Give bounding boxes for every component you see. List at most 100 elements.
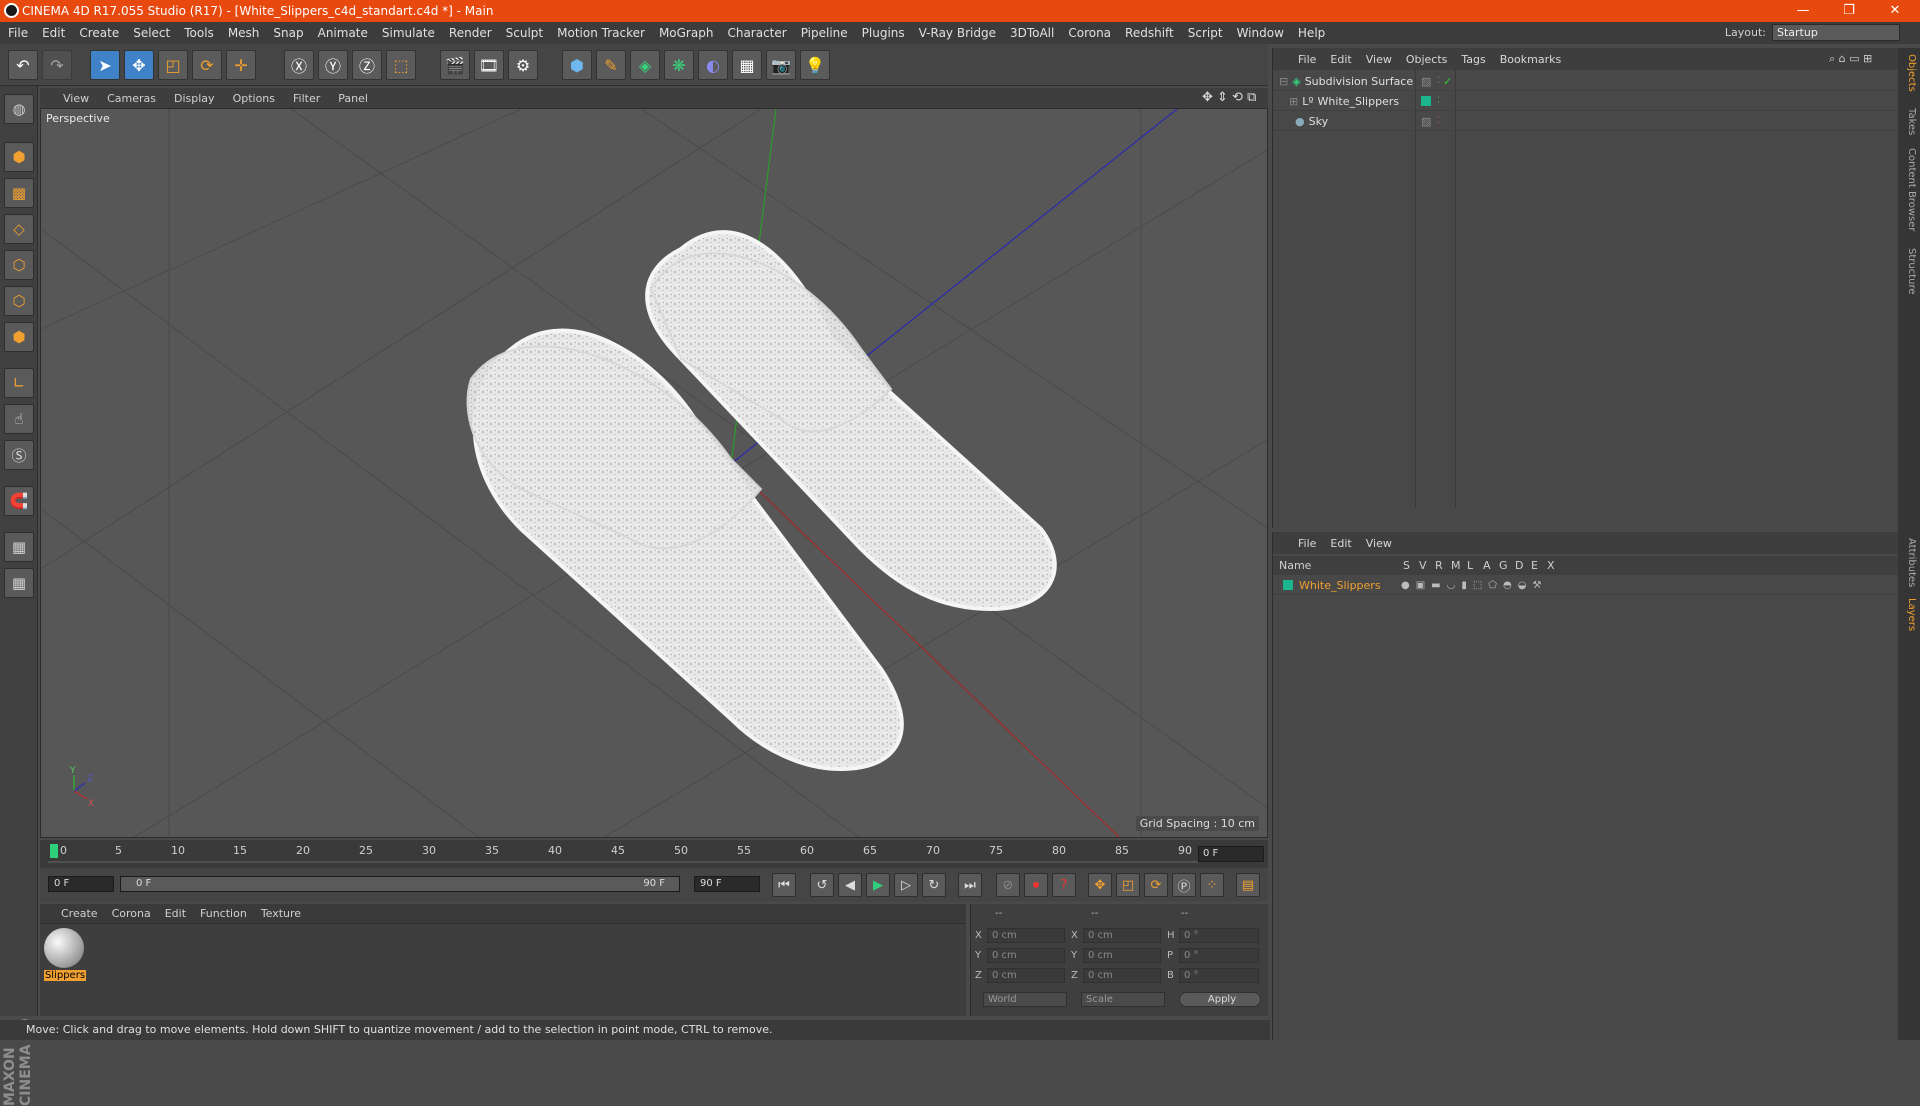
menu-window[interactable]: Window [1230, 26, 1291, 40]
enabled-check-icon[interactable]: ✓ [1443, 75, 1452, 88]
apply-button[interactable]: Apply [1179, 992, 1261, 1007]
object-row-white-slippers[interactable]: ⊞ Lº White_Slippers ⁚ [1273, 92, 1899, 111]
tab-takes[interactable]: Takes [1901, 108, 1917, 135]
key-parameter-icon[interactable]: Ⓟ [1172, 873, 1196, 897]
viewport-menu-filter[interactable]: Filter [284, 92, 329, 105]
deformer-icon[interactable]: ◐ [698, 50, 728, 80]
scale-tool-icon[interactable]: ◰ [158, 50, 188, 80]
frame-range-slider[interactable]: 0 F 90 F [120, 876, 680, 892]
rotation-h-field[interactable]: 0 ° [1179, 928, 1259, 943]
axis-mode-icon[interactable]: ∟ [4, 368, 34, 398]
current-frame-field[interactable]: 0 F [1198, 846, 1264, 862]
key-scale-icon[interactable]: ◰ [1116, 873, 1140, 897]
menu-tools[interactable]: Tools [177, 26, 221, 40]
layer-toggle-icon[interactable]: ▨ [1421, 115, 1431, 128]
viewport-menu-display[interactable]: Display [165, 92, 224, 105]
transform-tool-icon[interactable]: ✛ [226, 50, 256, 80]
tab-objects[interactable]: Objects [1901, 54, 1917, 92]
material-menu-function[interactable]: Function [193, 907, 254, 920]
subdivision-surface-icon[interactable]: ◈ [630, 50, 660, 80]
render-picture-viewer-icon[interactable]: 🎞 [474, 50, 504, 80]
solo-mode-icon[interactable]: Ⓢ [4, 440, 34, 470]
menu-render[interactable]: Render [442, 26, 499, 40]
model-mode-icon[interactable]: ⬢ [4, 142, 34, 172]
close-button[interactable]: ✕ [1872, 0, 1918, 22]
prev-key-icon[interactable]: ↺ [810, 873, 834, 897]
object-menu-tags[interactable]: Tags [1454, 53, 1492, 66]
size-z-field[interactable]: 0 cm [1083, 968, 1161, 983]
visibility-dots-icon[interactable]: ⁚ [1437, 96, 1440, 106]
menu-pipeline[interactable]: Pipeline [794, 26, 855, 40]
menu-help[interactable]: Help [1291, 26, 1332, 40]
layer-menu-view[interactable]: View [1359, 537, 1399, 550]
next-frame-icon[interactable]: ▷ [894, 873, 918, 897]
menu-vray-bridge[interactable]: V-Ray Bridge [912, 26, 1003, 40]
position-y-field[interactable]: 0 cm [987, 948, 1065, 963]
tab-structure[interactable]: Structure [1901, 248, 1917, 295]
menu-motion-tracker[interactable]: Motion Tracker [550, 26, 652, 40]
layer-color-swatch[interactable] [1421, 96, 1431, 106]
material-menu-corona[interactable]: Corona [105, 907, 158, 920]
tab-content-browser[interactable]: Content Browser [1901, 148, 1917, 231]
next-key-icon[interactable]: ↻ [922, 873, 946, 897]
live-selection-icon[interactable]: ➤ [90, 50, 120, 80]
size-x-field[interactable]: 0 cm [1083, 928, 1161, 943]
timeline-ruler[interactable]: 0 5 10 15 20 25 30 35 40 45 50 55 60 65 … [40, 840, 1268, 868]
layer-menu-file[interactable]: File [1291, 537, 1323, 550]
texture-mode-icon[interactable]: ▩ [4, 178, 34, 208]
keyframe-selection-icon[interactable]: ? [1052, 873, 1076, 897]
viewport-navigation-icons[interactable]: ✥ ⇕ ⟲ ⧉ [1202, 90, 1256, 105]
material-menu-edit[interactable]: Edit [158, 907, 193, 920]
menu-character[interactable]: Character [720, 26, 793, 40]
planar-workplane-icon[interactable]: ▦ [4, 568, 34, 598]
menu-select[interactable]: Select [126, 26, 177, 40]
object-row-subdivision-surface[interactable]: ⊟ ◈ Subdivision Surface ▨ ⁚ ✓ [1273, 72, 1899, 91]
material-swatch-slippers[interactable]: Slippers [44, 928, 86, 988]
render-settings-icon[interactable]: ⚙ [508, 50, 538, 80]
layer-color-swatch[interactable] [1283, 580, 1293, 590]
goto-start-icon[interactable]: ⏮ [772, 873, 796, 897]
light-object-icon[interactable]: 💡 [800, 50, 830, 80]
workplane-mode-icon[interactable]: ◇ [4, 214, 34, 244]
locked-workplane-icon[interactable]: ▦ [4, 532, 34, 562]
layer-toggle-icons[interactable]: ●▣▬◡▮⬚⬠◓◒⚒ [1401, 580, 1547, 591]
goto-end-icon[interactable]: ⏭ [958, 873, 982, 897]
menu-snap[interactable]: Snap [266, 26, 310, 40]
end-frame-field[interactable]: 90 F [694, 876, 760, 892]
snap-toggle-icon[interactable]: 🧲 [4, 486, 34, 516]
tab-attributes[interactable]: Attributes [1901, 538, 1917, 587]
play-icon[interactable]: ▶ [866, 873, 890, 897]
position-x-field[interactable]: 0 cm [987, 928, 1065, 943]
menu-simulate[interactable]: Simulate [375, 26, 442, 40]
restore-button[interactable]: ❐ [1826, 0, 1872, 22]
coordinate-system-icon[interactable]: ⬚ [386, 50, 416, 80]
floor-object-icon[interactable]: ▦ [732, 50, 762, 80]
position-z-field[interactable]: 0 cm [987, 968, 1065, 983]
polygons-mode-icon[interactable]: ⬢ [4, 322, 34, 352]
rotate-tool-icon[interactable]: ⟳ [192, 50, 222, 80]
z-axis-lock-icon[interactable]: Ⓩ [352, 50, 382, 80]
start-frame-field[interactable]: 0 F [48, 876, 114, 892]
camera-object-icon[interactable]: 📷 [766, 50, 796, 80]
undo-icon[interactable]: ↶ [8, 50, 38, 80]
rotation-p-field[interactable]: 0 ° [1179, 948, 1259, 963]
object-menu-objects[interactable]: Objects [1399, 53, 1455, 66]
record-keys-icon[interactable]: ⊘ [996, 873, 1020, 897]
menu-mograph[interactable]: MoGraph [652, 26, 721, 40]
layer-row-white-slippers[interactable]: White_Slippers ●▣▬◡▮⬚⬠◓◒⚒ [1273, 576, 1899, 595]
tab-layers[interactable]: Layers [1901, 598, 1917, 631]
visibility-dots-icon[interactable]: ⁚ [1437, 76, 1440, 86]
menu-redshift[interactable]: Redshift [1118, 26, 1181, 40]
tweak-mode-icon[interactable]: ☝ [4, 404, 34, 434]
minimize-button[interactable]: — [1780, 0, 1826, 22]
coordinate-system-dropdown[interactable]: World [983, 992, 1067, 1007]
move-tool-icon[interactable]: ✥ [124, 50, 154, 80]
viewport-menu-options[interactable]: Options [224, 92, 284, 105]
menu-animate[interactable]: Animate [311, 26, 375, 40]
key-pla-icon[interactable]: ⁘ [1200, 873, 1224, 897]
menu-corona[interactable]: Corona [1061, 26, 1118, 40]
array-generator-icon[interactable]: ❋ [664, 50, 694, 80]
viewport-menu-cameras[interactable]: Cameras [98, 92, 165, 105]
timeline-window-icon[interactable]: ▤ [1236, 873, 1260, 897]
x-axis-lock-icon[interactable]: Ⓧ [284, 50, 314, 80]
